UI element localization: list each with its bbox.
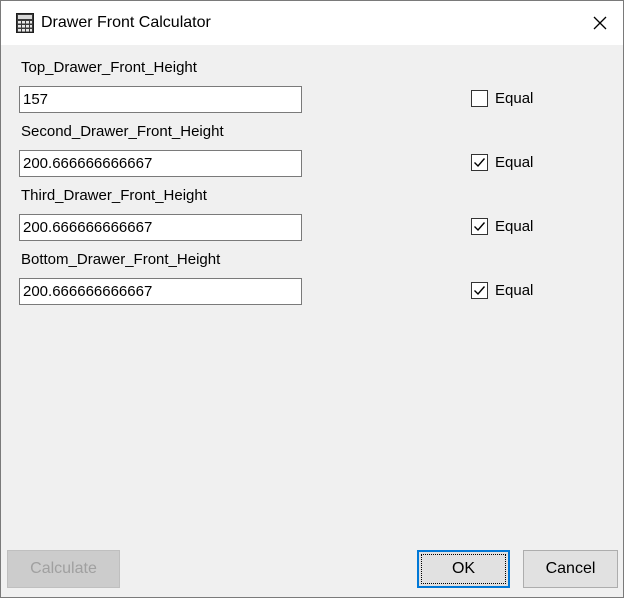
close-icon	[593, 16, 607, 30]
second-drawer-equal-checkbox[interactable]: Equal	[471, 152, 533, 172]
dialog-window: Drawer Front Calculator Top_Drawer_Front…	[0, 0, 624, 598]
checkmark-icon	[474, 285, 486, 295]
top-drawer-height-label: Top_Drawer_Front_Height	[21, 59, 197, 76]
ok-button[interactable]: OK	[417, 550, 510, 588]
third-drawer-equal-checkbox[interactable]: Equal	[471, 216, 533, 236]
calculate-button[interactable]: Calculate	[7, 550, 120, 588]
checkbox-box[interactable]	[471, 217, 488, 235]
third-drawer-height-input[interactable]	[19, 214, 302, 241]
second-drawer-height-input[interactable]	[19, 150, 302, 177]
window-title: Drawer Front Calculator	[41, 14, 211, 31]
checkbox-box[interactable]	[471, 153, 488, 171]
equal-label: Equal	[495, 153, 534, 171]
cancel-button[interactable]: Cancel	[523, 550, 618, 588]
bottom-drawer-height-label: Bottom_Drawer_Front_Height	[21, 251, 221, 268]
bottom-drawer-equal-checkbox[interactable]: Equal	[471, 280, 533, 300]
top-drawer-equal-checkbox[interactable]: Equal	[471, 88, 533, 108]
second-drawer-height-label: Second_Drawer_Front_Height	[21, 123, 224, 140]
top-drawer-height-input[interactable]	[19, 86, 302, 113]
calculator-icon	[16, 13, 34, 33]
checkbox-box[interactable]	[471, 281, 488, 299]
title-bar[interactable]: Drawer Front Calculator	[1, 1, 623, 45]
equal-label: Equal	[495, 217, 534, 235]
equal-label: Equal	[495, 89, 534, 107]
bottom-drawer-height-input[interactable]	[19, 278, 302, 305]
checkmark-icon	[474, 221, 486, 231]
equal-label: Equal	[495, 281, 534, 299]
close-button[interactable]	[577, 1, 623, 45]
checkmark-icon	[474, 157, 486, 167]
third-drawer-height-label: Third_Drawer_Front_Height	[21, 187, 207, 204]
checkbox-box[interactable]	[471, 89, 488, 107]
